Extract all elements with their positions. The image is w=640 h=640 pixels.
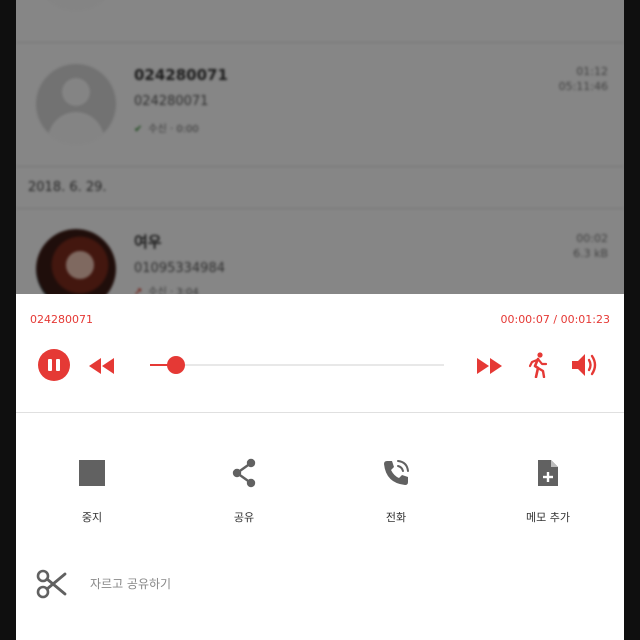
- share-button[interactable]: 공유: [184, 455, 304, 525]
- rewind-button[interactable]: [86, 354, 118, 378]
- fast-forward-icon: [477, 358, 502, 374]
- walking-person-icon: [528, 352, 548, 378]
- playback-panel: 024280071 00:00:07 / 00:01:23: [16, 294, 624, 413]
- memo-label: 메모 추가: [526, 511, 570, 524]
- call-label: 전화: [385, 511, 407, 524]
- dim-overlay[interactable]: [16, 0, 624, 300]
- stop-icon: [79, 460, 105, 486]
- phone-call-icon: [384, 460, 409, 485]
- add-memo-button[interactable]: 메모 추가: [488, 455, 608, 525]
- trim-label: 자르고 공유하기: [90, 577, 172, 591]
- pause-button[interactable]: [38, 349, 70, 381]
- volume-icon: [572, 354, 597, 376]
- seek-bar[interactable]: [150, 356, 444, 374]
- fast-forward-button[interactable]: [474, 354, 506, 378]
- walking-mode-button[interactable]: [524, 350, 552, 380]
- note-add-icon: [538, 460, 558, 486]
- share-icon: [232, 458, 256, 488]
- call-button[interactable]: 전화: [336, 455, 456, 525]
- playing-number: 024280071: [30, 313, 93, 326]
- volume-button[interactable]: [568, 350, 602, 380]
- scissors-icon: [36, 569, 67, 599]
- pause-icon: [48, 359, 52, 371]
- rewind-icon: [89, 358, 114, 374]
- share-label: 공유: [233, 511, 255, 524]
- stop-label: 중지: [81, 511, 103, 524]
- seek-handle[interactable]: [167, 356, 186, 374]
- trim-and-share-button[interactable]: 자르고 공유하기: [16, 563, 624, 603]
- playback-time: 00:00:07 / 00:01:23: [500, 313, 610, 326]
- stop-button[interactable]: 중지: [32, 455, 152, 525]
- action-panel: 중지 공유 전화 메모 추가 자르고 공유하기: [16, 413, 624, 640]
- screen: ✔ 024280071 024280071 ✔수신 · 0:00 01:1205…: [16, 0, 624, 640]
